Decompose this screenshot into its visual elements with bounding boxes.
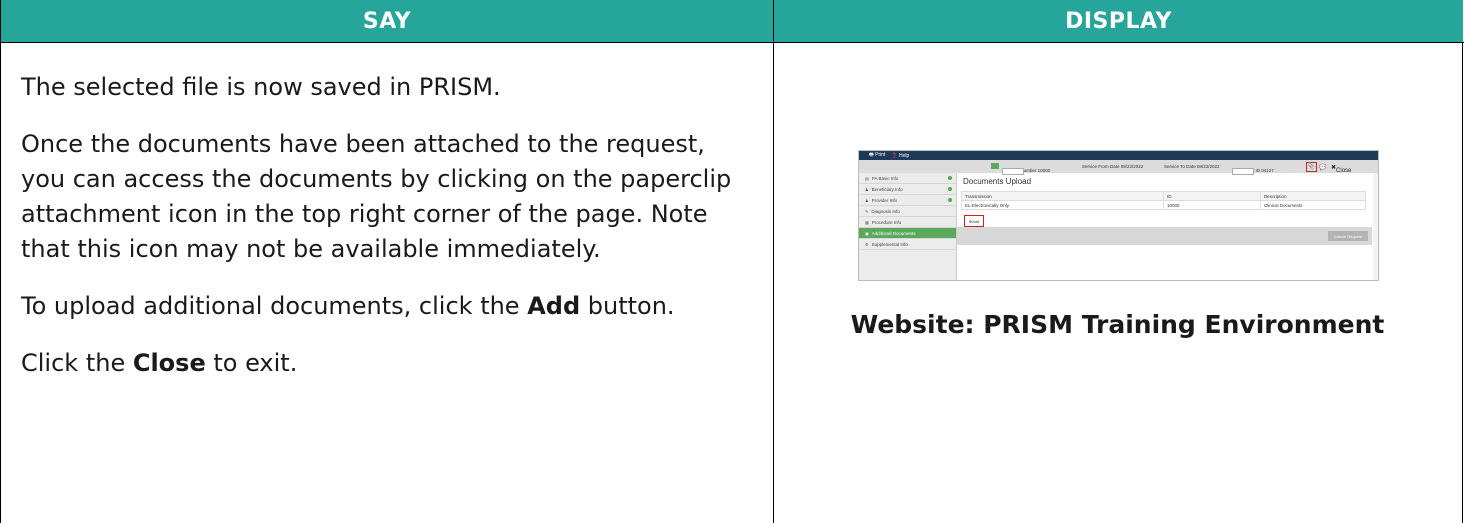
sidebar-item-procedure-info[interactable]: ▦ Procedure Info: [859, 217, 956, 228]
sidebar-label: PA Basic Info: [871, 175, 899, 181]
header-divider: [1, 42, 1464, 43]
say-p4-text: Click the: [21, 349, 133, 377]
service-from-date: Service From Date 08/22/2022: [1082, 164, 1144, 169]
cancel-request-button[interactable]: Cancel Request: [1328, 231, 1368, 241]
say-column: The selected file is now saved in PRISM.…: [21, 70, 751, 403]
close-button[interactable]: ✖ Close: [1331, 164, 1351, 174]
say-paragraph-2: Once the documents have been attached to…: [21, 130, 732, 263]
service-to-date: Service To Date 08/22/2022: [1164, 164, 1220, 169]
help-link[interactable]: ❓ Help: [891, 153, 909, 159]
user-icon: ♟: [865, 186, 869, 192]
say-paragraph-1: The selected file is now saved in PRISM.: [21, 73, 501, 101]
sidebar-label: Provider Info: [871, 197, 898, 203]
sidebar-label: Diagnosis Info: [871, 208, 900, 214]
prism-screenshot: 🖶 Print ❓ Help Tracking Number 10000 Ser…: [858, 150, 1379, 281]
prism-sidebar: ▤ PA Basic Info ♟ Beneficiary Info ♟ Provid…: [859, 173, 957, 280]
print-link[interactable]: 🖶 Print: [869, 152, 885, 160]
prism-info-bar: Tracking Number 10000 Service From Date …: [859, 160, 1378, 175]
diagnosis-icon: ✎: [865, 208, 869, 214]
add-button[interactable]: ⊕ Add: [964, 215, 984, 227]
scrollbar[interactable]: [1373, 173, 1378, 280]
display-caption: Website: PRISM Training Environment: [850, 310, 1385, 339]
sidebar-label: Beneficiary Info: [871, 186, 903, 192]
add-keyword: Add: [527, 292, 581, 320]
sidebar-item-beneficiary-info[interactable]: ♟ Beneficiary Info: [859, 184, 956, 195]
sidebar-item-pa-basic-info[interactable]: ▤ PA Basic Info: [859, 173, 956, 184]
say-paragraph-4: Click the Close to exit.: [21, 346, 751, 381]
column-header: Description: [1259, 191, 1367, 201]
sidebar-label: Supplemental Info: [871, 241, 908, 247]
sidebar-label: Procedure Info: [871, 219, 902, 225]
check-icon: [948, 187, 952, 191]
gear-icon: ⚙: [865, 241, 869, 247]
say-p3-end: button.: [580, 292, 675, 320]
add-label: Add: [972, 218, 980, 224]
comments-icon[interactable]: 💬: [1319, 164, 1326, 171]
say-header: SAY: [1, 0, 773, 42]
sidebar-item-provider-info[interactable]: ♟ Provider Info: [859, 195, 956, 206]
help-icon: ❓: [891, 152, 898, 159]
users-icon: ♟: [865, 197, 869, 203]
table-header-row: Transmission ID Description: [961, 191, 1367, 201]
say-p3-text: To upload additional documents, click th…: [21, 292, 528, 320]
close-keyword: Close: [132, 349, 206, 377]
sidebar-item-additional-documents[interactable]: ▣ Additional Documents: [859, 228, 956, 239]
check-icon: [948, 198, 952, 202]
help-label: Help: [899, 152, 910, 159]
display-header: DISPLAY: [774, 0, 1463, 42]
prism-footer: Cancel Request: [957, 227, 1372, 245]
say-paragraph-3: To upload additional documents, click th…: [21, 289, 751, 324]
table-cell: 10000: [1163, 200, 1261, 210]
documents-icon: ▣: [865, 230, 869, 236]
say-p4-end: to exit.: [205, 349, 298, 377]
print-icon: 🖶: [869, 151, 874, 158]
column-divider: [773, 0, 774, 523]
table-row[interactable]: EL-Electronically Only 10000 Clinical Do…: [961, 200, 1367, 210]
prism-top-bar: 🖶 Print ❓ Help: [859, 151, 1378, 160]
file-icon: ▤: [865, 175, 869, 181]
sidebar-label: Additional Documents: [871, 230, 916, 236]
procedure-icon: ▦: [865, 219, 869, 225]
tracking-icon: [991, 163, 999, 169]
column-header: Transmission: [961, 191, 1164, 201]
sidebar-item-supplemental-info[interactable]: ⚙ Supplemental Info: [859, 239, 956, 250]
table-cell: EL-Electronically Only: [961, 200, 1164, 210]
table-cell: Clinical Documents: [1259, 200, 1367, 210]
check-icon: [948, 176, 952, 180]
print-label: Print: [875, 151, 886, 158]
documents-table: Transmission ID Description EL-Electroni…: [961, 191, 1367, 210]
documents-upload-title: Documents Upload: [963, 177, 1032, 186]
paperclip-icon[interactable]: 📎: [1306, 162, 1317, 172]
column-header: ID: [1163, 191, 1261, 201]
sidebar-item-diagnosis-info[interactable]: ✎ Diagnosis Info: [859, 206, 956, 217]
